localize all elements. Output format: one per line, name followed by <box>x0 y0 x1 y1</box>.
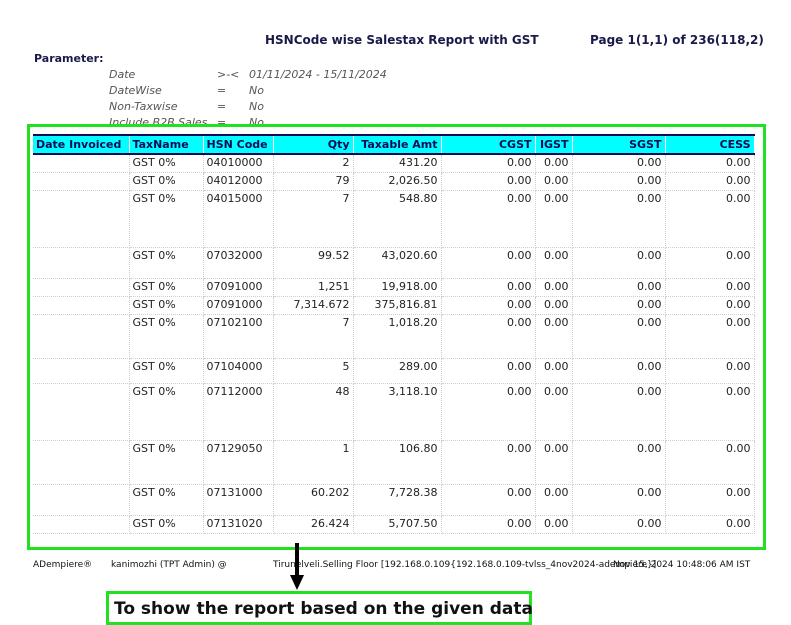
footer-timestamp: Nov 15, 2024 10:48:06 AM IST <box>613 560 751 570</box>
footer-app-name: ADempiere® <box>33 560 93 570</box>
parameter-name: Non-Taxwise <box>109 100 178 113</box>
parameter-value: No <box>249 84 264 97</box>
page-indicator: Page 1(1,1) of 236(118,2) <box>590 33 764 47</box>
parameter-operator: = <box>217 100 227 113</box>
parameter-label: Parameter: <box>34 52 104 65</box>
parameter-name: DateWise <box>109 84 162 97</box>
footer-user: kanimozhi (TPT Admin) @ <box>111 560 227 570</box>
report-highlight-box <box>27 124 766 550</box>
parameter-value: No <box>249 100 264 113</box>
parameter-value: 01/11/2024 - 15/11/2024 <box>249 68 387 81</box>
footer-location: Tirunelveli.Selling Floor [192.168.0.109… <box>273 560 657 570</box>
parameter-name: Date <box>109 68 136 81</box>
parameter-operator: = <box>217 84 227 97</box>
annotation-text: To show the report based on the given da… <box>114 599 533 619</box>
arrow-down-icon <box>290 543 304 590</box>
report-title: HSNCode wise Salestax Report with GST <box>265 33 539 47</box>
parameter-operator: >-< <box>217 68 240 81</box>
